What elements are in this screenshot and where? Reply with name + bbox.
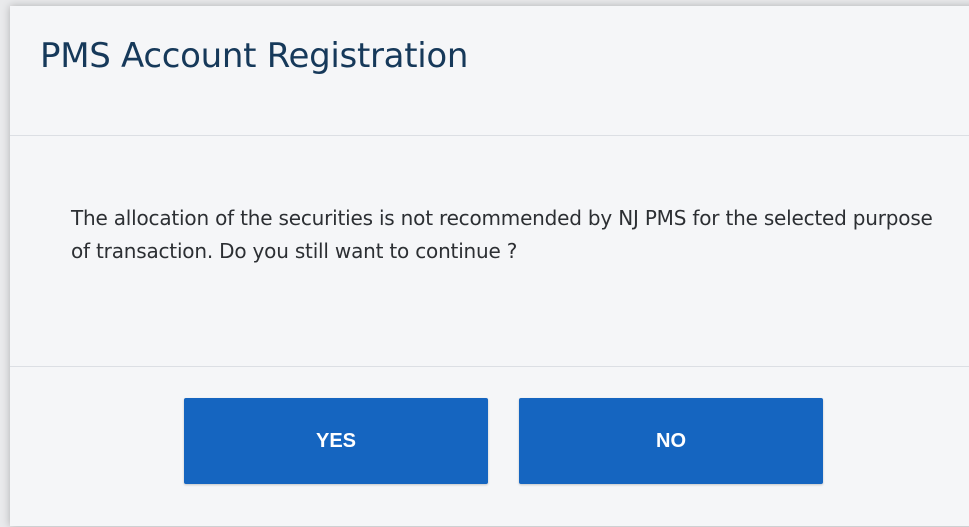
dialog-header: PMS Account Registration	[10, 6, 969, 136]
dialog-title: PMS Account Registration	[40, 36, 469, 76]
dialog-body: The allocation of the securities is not …	[10, 136, 969, 367]
dialog-message: The allocation of the securities is not …	[71, 206, 933, 263]
confirmation-dialog: PMS Account Registration The allocation …	[10, 6, 969, 526]
dialog-footer: YES NO	[10, 367, 969, 527]
yes-button[interactable]: YES	[184, 398, 488, 484]
no-button[interactable]: NO	[519, 398, 823, 484]
